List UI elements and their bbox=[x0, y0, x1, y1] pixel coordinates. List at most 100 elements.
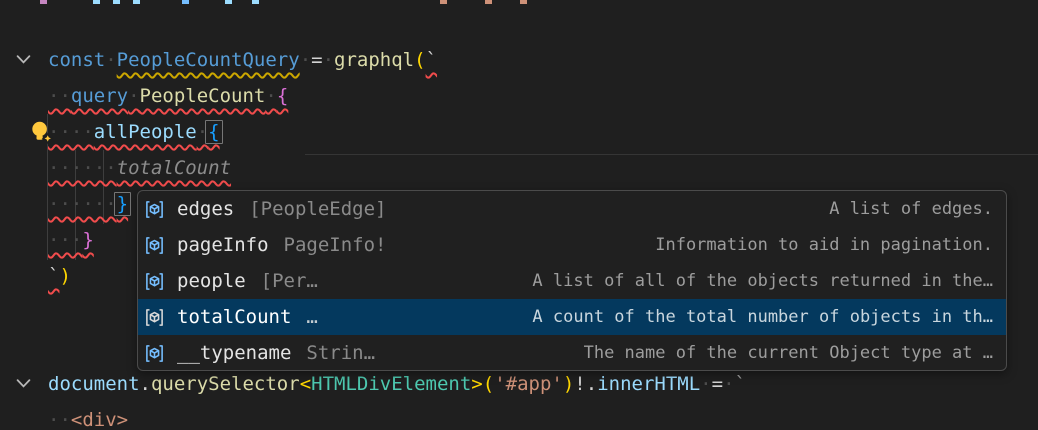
code-segment: const· bbox=[48, 49, 117, 71]
suggest-item-label: pageInfo bbox=[177, 234, 269, 256]
clipped-code-fragment bbox=[225, 0, 232, 4]
clipped-code-fragment bbox=[133, 0, 140, 4]
code-line[interactable]: document.querySelector<HTMLDivElement>('… bbox=[48, 366, 746, 402]
code-line[interactable]: ··<div> bbox=[48, 402, 128, 430]
code-token: ( bbox=[483, 373, 494, 395]
code-token: PeopleCountQuery bbox=[117, 49, 300, 71]
suggest-item-type: [Per… bbox=[261, 270, 318, 292]
clipped-code-fragment bbox=[40, 0, 47, 4]
code-token: querySelector bbox=[151, 373, 300, 395]
code-line[interactable]: ····allPeople·{ bbox=[48, 114, 220, 150]
code-token: innerHTML bbox=[597, 373, 700, 395]
code-token: ) bbox=[59, 265, 70, 287]
code-token: } bbox=[82, 229, 93, 251]
suggest-item-label: edges bbox=[177, 198, 234, 220]
bracket-match-box: } bbox=[114, 192, 131, 216]
suggest-item-type: Strin… bbox=[306, 342, 375, 364]
code-segment: document.querySelector<HTMLDivElement>('… bbox=[48, 373, 746, 395]
code-token: ( bbox=[414, 49, 425, 71]
suggest-item-type: … bbox=[306, 306, 317, 328]
symbol-field-icon bbox=[144, 342, 169, 364]
code-token: < bbox=[300, 373, 311, 395]
code-token: ) bbox=[563, 373, 574, 395]
code-token: · bbox=[265, 85, 276, 107]
code-token: ` bbox=[48, 265, 59, 287]
code-line[interactable]: ······totalCount bbox=[48, 150, 231, 186]
code-token: ······ bbox=[48, 157, 117, 179]
squiggle-red-segment: ··query·PeopleCount·{ bbox=[48, 85, 288, 107]
squiggle-red-segment: ` bbox=[48, 265, 59, 287]
code-token: const bbox=[48, 49, 105, 71]
code-token: · bbox=[128, 85, 139, 107]
code-token: ·· bbox=[48, 409, 71, 430]
suggest-item-type: [PeopleEdge] bbox=[249, 198, 386, 220]
ghost-text-divider bbox=[305, 154, 1038, 155]
code-token: { bbox=[277, 85, 288, 107]
clipped-code-fragment bbox=[520, 0, 527, 4]
symbol-field-icon bbox=[144, 234, 169, 256]
code-token: allPeople bbox=[94, 121, 197, 143]
clipped-code-fragment bbox=[113, 0, 120, 4]
symbol-field-icon bbox=[144, 306, 169, 328]
suggest-item-people[interactable]: people [Per… A list of all of the objects … bbox=[138, 263, 1006, 299]
code-line[interactable]: ···} bbox=[48, 222, 94, 258]
code-token: . bbox=[140, 373, 151, 395]
fold-chevron-icon[interactable] bbox=[14, 374, 34, 394]
symbol-field-icon bbox=[144, 198, 169, 220]
squiggle-red-segment: ······totalCount bbox=[48, 157, 231, 179]
code-token: <div> bbox=[71, 409, 128, 430]
suggest-item-description: A count of the total number of objects i… bbox=[514, 307, 993, 327]
clipped-code-fragment bbox=[252, 0, 259, 4]
suggest-item-type: PageInfo! bbox=[284, 234, 387, 256]
code-token: = bbox=[712, 373, 723, 395]
code-token: query bbox=[71, 85, 128, 107]
code-line[interactable]: ······} bbox=[48, 186, 128, 222]
suggest-item-label: totalCount bbox=[177, 306, 291, 328]
code-token: document bbox=[48, 373, 140, 395]
code-token: > bbox=[471, 373, 482, 395]
clipped-code-fragment bbox=[440, 0, 447, 4]
code-editor: const·PeopleCountQuery·=·graphql(`··quer… bbox=[0, 0, 1038, 430]
suggest-item-label: people bbox=[177, 270, 246, 292]
clipped-code-fragment bbox=[93, 0, 100, 4]
suggest-item-description: A list of edges. bbox=[811, 199, 993, 219]
lightbulb-sparkle-icon[interactable] bbox=[28, 119, 55, 146]
code-token: ` bbox=[735, 373, 746, 395]
code-token: '#app' bbox=[494, 373, 563, 395]
squiggle-red-segment: ······} bbox=[48, 193, 128, 215]
code-token: ··· bbox=[48, 229, 82, 251]
squiggle-red-segment: ···} bbox=[48, 229, 94, 251]
suggest-item-__typename[interactable]: __typename Strin… The name of the current … bbox=[138, 335, 1006, 371]
suggest-item-description: The name of the current Object type at … bbox=[566, 343, 993, 363]
code-line[interactable]: const·PeopleCountQuery·=·graphql(` bbox=[48, 42, 437, 78]
code-token: ······ bbox=[48, 193, 117, 215]
squiggle-red-segment: ····allPeople·{ bbox=[48, 121, 220, 143]
code-token: graphql bbox=[334, 49, 414, 71]
suggest-item-pageInfo[interactable]: pageInfo PageInfo! Information to aid in p… bbox=[138, 227, 1006, 263]
suggest-item-totalCount[interactable]: totalCount … A count of the total number o… bbox=[138, 299, 1006, 335]
code-token: PeopleCount bbox=[140, 85, 266, 107]
code-token: · bbox=[105, 49, 116, 71]
code-segment: ) bbox=[59, 265, 70, 287]
suggest-item-label: __typename bbox=[177, 342, 291, 364]
code-token: = bbox=[311, 49, 322, 71]
suggest-item-description: Information to aid in pagination. bbox=[637, 235, 993, 255]
symbol-field-icon bbox=[144, 270, 169, 292]
code-token: · bbox=[723, 373, 734, 395]
code-line[interactable]: ··query·PeopleCount·{ bbox=[48, 78, 288, 114]
suggest-item-edges[interactable]: edges [PeopleEdge] A list of edges. bbox=[138, 191, 1006, 227]
suggest-item-description: A list of all of the objects returned in… bbox=[514, 271, 993, 291]
code-line[interactable]: `) bbox=[48, 258, 71, 294]
code-token: . bbox=[586, 373, 597, 395]
code-token: ! bbox=[574, 373, 585, 395]
code-token: ` bbox=[426, 49, 437, 71]
code-token: ·· bbox=[48, 85, 71, 107]
code-token: totalCount bbox=[117, 157, 231, 179]
clipped-code-fragment bbox=[485, 0, 492, 4]
squiggle-red-segment: ` bbox=[426, 49, 437, 71]
code-segment: ·=·graphql( bbox=[300, 49, 426, 71]
clipped-code-fragment bbox=[182, 0, 189, 4]
suggest-widget: edges [PeopleEdge] A list of edges. pageInf… bbox=[137, 190, 1007, 371]
fold-chevron-icon[interactable] bbox=[14, 50, 34, 70]
code-segment: ··<div> bbox=[48, 409, 128, 430]
